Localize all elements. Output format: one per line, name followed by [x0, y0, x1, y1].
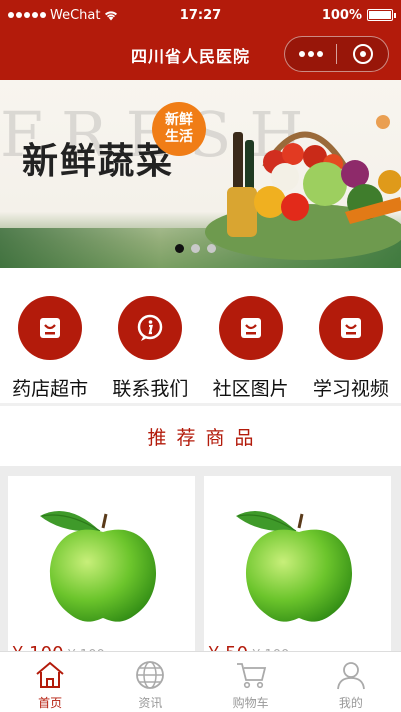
category-label: 社区图片	[212, 378, 289, 400]
miniprogram-capsule	[284, 36, 389, 72]
category-nav: 药店超市 联系我们 社区图片 学习视频	[0, 268, 401, 403]
tab-home[interactable]: 首页	[0, 652, 100, 712]
product-card[interactable]: ¥ 100¥ 100	[8, 476, 195, 656]
category-item-contact[interactable]: 联系我们	[100, 268, 200, 403]
section-title: 推荐商品	[147, 426, 264, 449]
banner-carousel[interactable]: FRESH 新鲜蔬菜 新鲜 生活	[0, 80, 401, 268]
banner-title: 新鲜蔬菜	[22, 140, 175, 182]
category-label: 药店超市	[12, 378, 89, 400]
tab-label: 我的	[338, 696, 363, 710]
bag-icon	[18, 296, 83, 360]
category-label: 联系我们	[112, 378, 189, 400]
bag-icon	[318, 296, 383, 360]
banner-badge-line1: 新鲜	[165, 112, 193, 128]
product-image	[236, 511, 353, 622]
bottom-tab-bar: 首页 资讯 购物车 我的	[0, 651, 401, 712]
bag-icon	[218, 296, 283, 360]
user-icon	[336, 662, 365, 690]
tab-label: 资讯	[138, 696, 163, 710]
category-label: 学习视频	[312, 378, 389, 400]
nav-bar: 四川省人民医院	[0, 30, 401, 80]
tab-news[interactable]: 资讯	[100, 652, 200, 712]
top-bar: WeChat 17:27 100% 四川省人民医院	[0, 0, 401, 80]
wifi-icon	[105, 10, 118, 20]
target-icon	[352, 44, 373, 64]
category-item-community-photos[interactable]: 社区图片	[201, 268, 301, 403]
battery-icon	[367, 9, 396, 21]
tab-label: 首页	[38, 696, 63, 710]
carousel-dot-active[interactable]	[175, 244, 184, 253]
more-menu-button[interactable]	[285, 51, 336, 57]
signal-area: WeChat	[8, 8, 118, 23]
banner-badge: 新鲜 生活	[152, 102, 206, 156]
globe-icon	[136, 661, 165, 689]
product-card[interactable]: ¥ 50¥ 100	[204, 476, 391, 656]
recommended-section-header: 推荐商品	[0, 406, 401, 466]
battery-area: 100%	[321, 7, 396, 23]
banner-badge-line2: 生活	[165, 129, 193, 145]
tab-mine[interactable]: 我的	[301, 652, 401, 712]
carrier-label: WeChat	[50, 7, 101, 23]
product-grid: ¥ 100¥ 100 ¥ 50¥ 100	[0, 466, 401, 656]
home-icon	[36, 661, 64, 688]
vegetable-basket-image	[205, 115, 401, 260]
status-bar: WeChat 17:27 100%	[0, 0, 401, 30]
product-image	[40, 511, 157, 622]
close-miniprogram-button[interactable]	[337, 44, 388, 64]
cart-icon	[236, 663, 266, 689]
tab-cart[interactable]: 购物车	[201, 652, 301, 712]
battery-label: 100%	[321, 7, 362, 23]
carousel-indicator	[175, 244, 216, 253]
carousel-dot[interactable]	[191, 244, 200, 253]
page-title: 四川省人民医院	[130, 47, 250, 66]
signal-icon	[8, 12, 46, 18]
category-item-learning-videos[interactable]: 学习视频	[301, 268, 401, 403]
tab-label: 购物车	[232, 696, 269, 710]
category-item-pharmacy[interactable]: 药店超市	[0, 268, 100, 403]
info-icon	[118, 296, 183, 360]
carousel-dot[interactable]	[207, 244, 216, 253]
